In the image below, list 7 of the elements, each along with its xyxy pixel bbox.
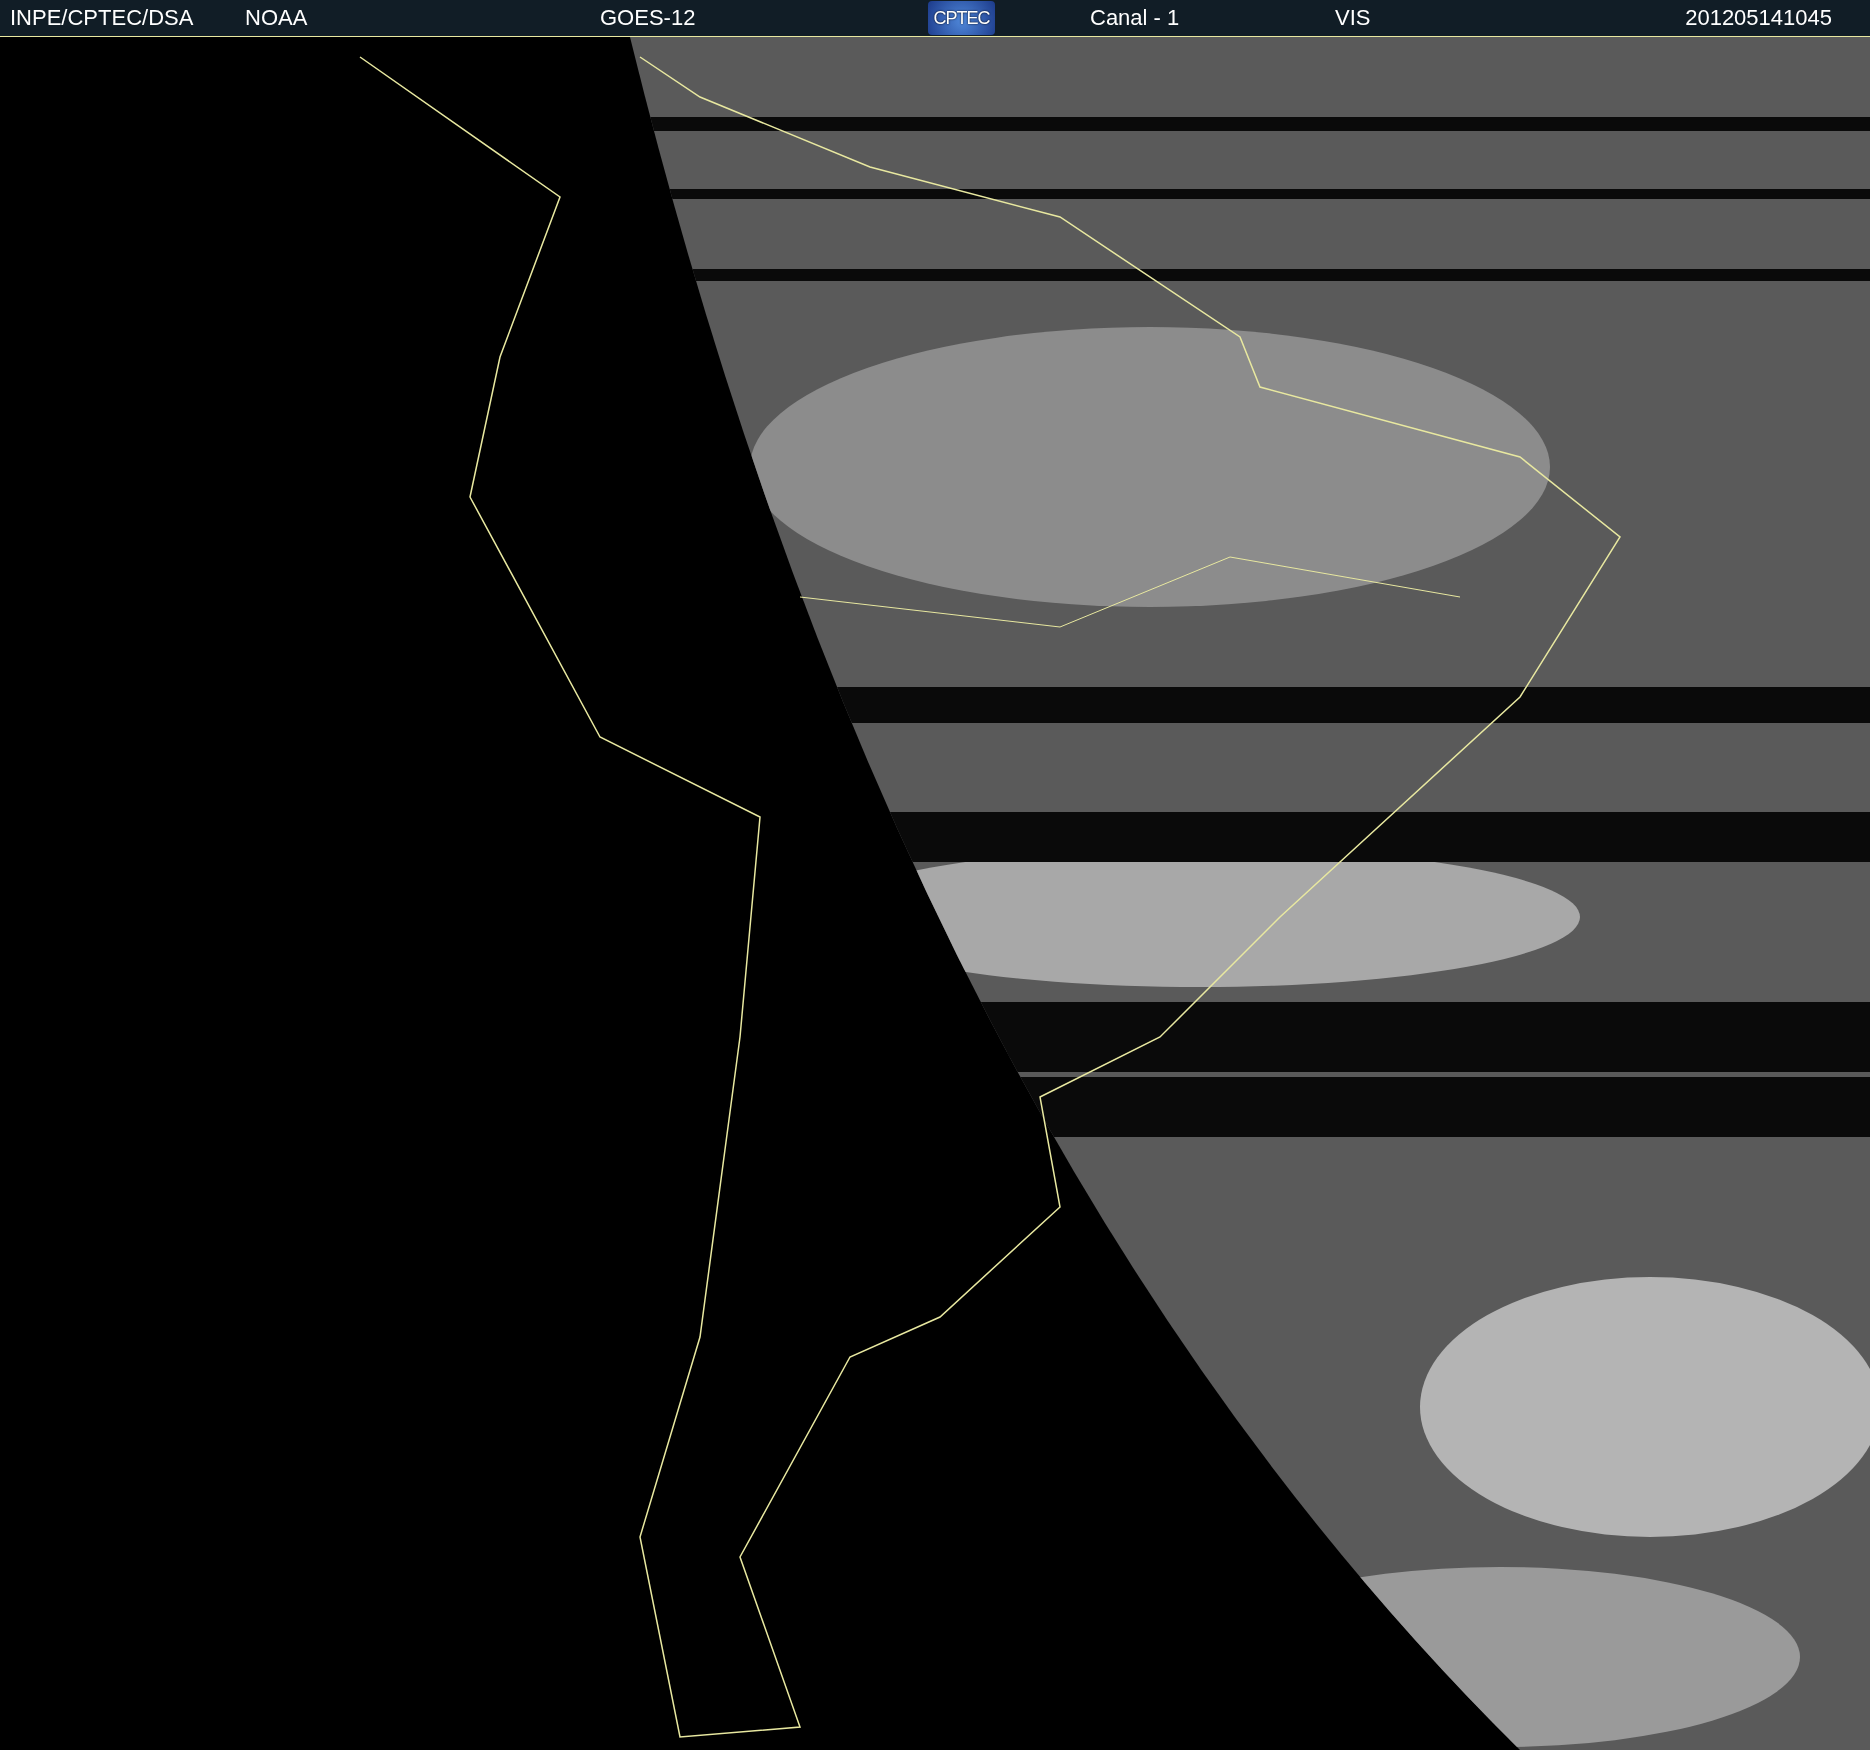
timestamp-label: 201205141045 — [1685, 5, 1833, 31]
logo: CPTEC — [928, 1, 995, 35]
agency-label: NOAA — [245, 5, 308, 31]
satellite-label: GOES-12 — [600, 5, 696, 31]
source-label: INPE/CPTEC/DSA — [10, 5, 194, 31]
channel-label: Canal - 1 — [1089, 5, 1180, 31]
band-label: VIS — [1334, 5, 1371, 31]
